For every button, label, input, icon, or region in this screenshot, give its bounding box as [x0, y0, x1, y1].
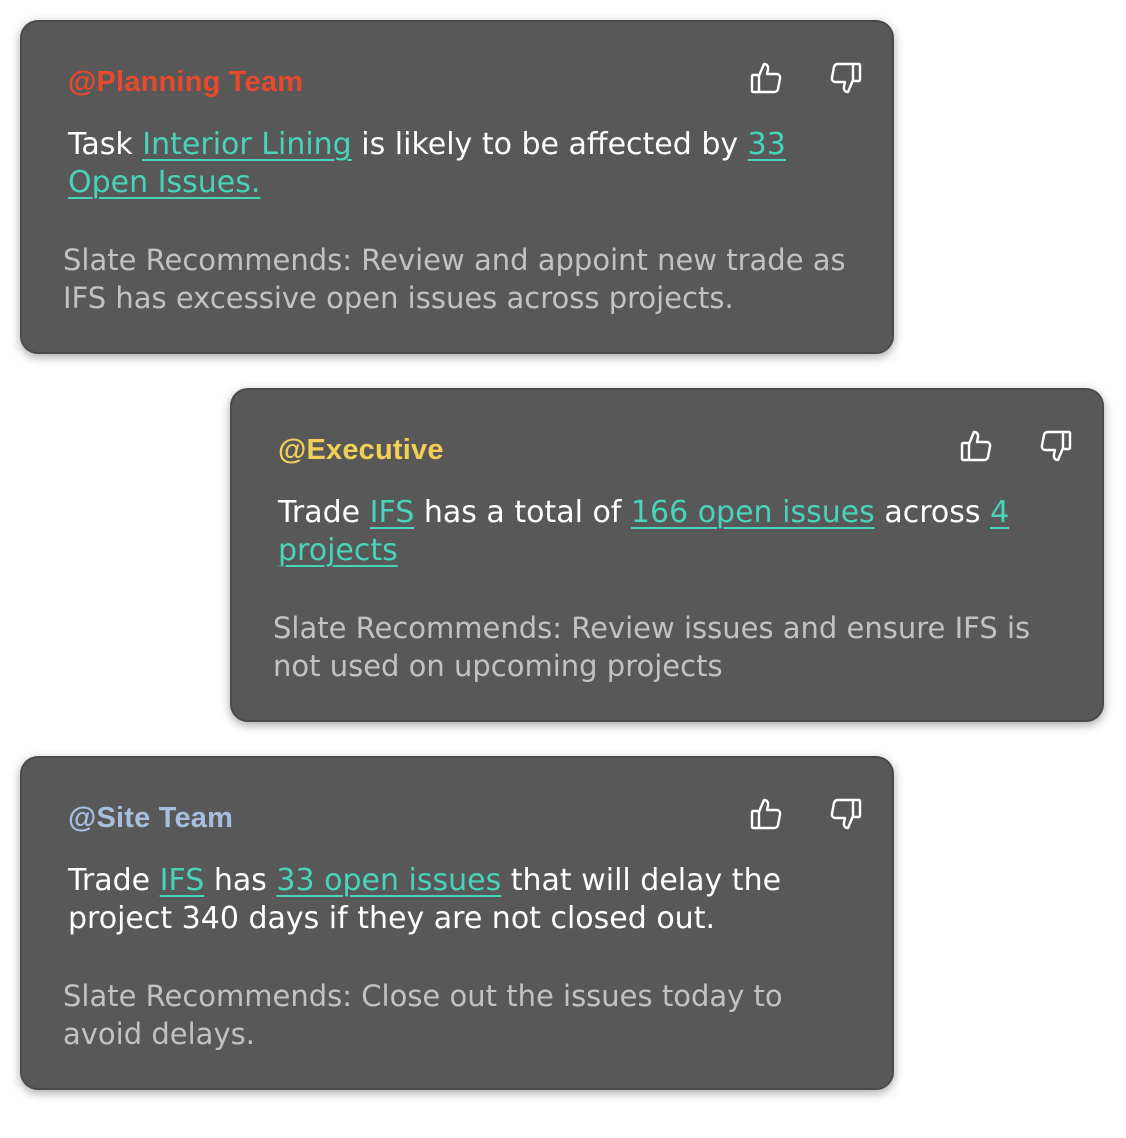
insight-message: Trade IFS has 33 open issues that will d…	[68, 862, 828, 938]
mention-tag[interactable]: @Executive	[278, 434, 444, 467]
feedback-actions	[960, 428, 1072, 464]
open-issues-link[interactable]: 166 open issues	[631, 495, 875, 530]
insight-message: Trade IFS has a total of 166 open issues…	[278, 494, 1038, 570]
open-issues-link[interactable]: 33 open issues	[276, 863, 501, 898]
thumbs-down-icon[interactable]	[830, 60, 862, 96]
message-text: Trade	[278, 495, 370, 530]
message-text: has	[204, 863, 277, 898]
recommendation-text: Slate Recommends: Review issues and ensu…	[273, 611, 1031, 683]
trade-link[interactable]: IFS	[160, 863, 205, 898]
insight-message: Task Interior Lining is likely to be aff…	[68, 126, 828, 202]
thumbs-down-icon[interactable]	[830, 796, 862, 832]
insight-card-executive: @Executive Trade IFS has a total of 166 …	[230, 388, 1104, 722]
message-text: is likely to be affected by	[351, 127, 748, 162]
thumbs-up-icon[interactable]	[750, 796, 782, 832]
feedback-actions	[750, 796, 862, 832]
task-link[interactable]: Interior Lining	[142, 127, 351, 162]
thumbs-up-icon[interactable]	[960, 428, 992, 464]
message-text: Task	[68, 127, 143, 162]
trade-link[interactable]: IFS	[370, 495, 415, 530]
recommendation-text: Slate Recommends: Close out the issues t…	[63, 979, 783, 1051]
message-text: across	[874, 495, 991, 530]
insight-card-planning-team: @Planning Team Task Interior Lining is l…	[20, 20, 894, 354]
feedback-actions	[750, 60, 862, 96]
message-text: has a total of	[414, 495, 631, 530]
message-text: Trade	[68, 863, 160, 898]
insight-card-site-team: @Site Team Trade IFS has 33 open issues …	[20, 756, 894, 1090]
mention-tag[interactable]: @Site Team	[68, 802, 233, 835]
thumbs-down-icon[interactable]	[1040, 428, 1072, 464]
recommendation-text: Slate Recommends: Review and appoint new…	[63, 243, 846, 315]
thumbs-up-icon[interactable]	[750, 60, 782, 96]
mention-tag[interactable]: @Planning Team	[68, 66, 303, 99]
